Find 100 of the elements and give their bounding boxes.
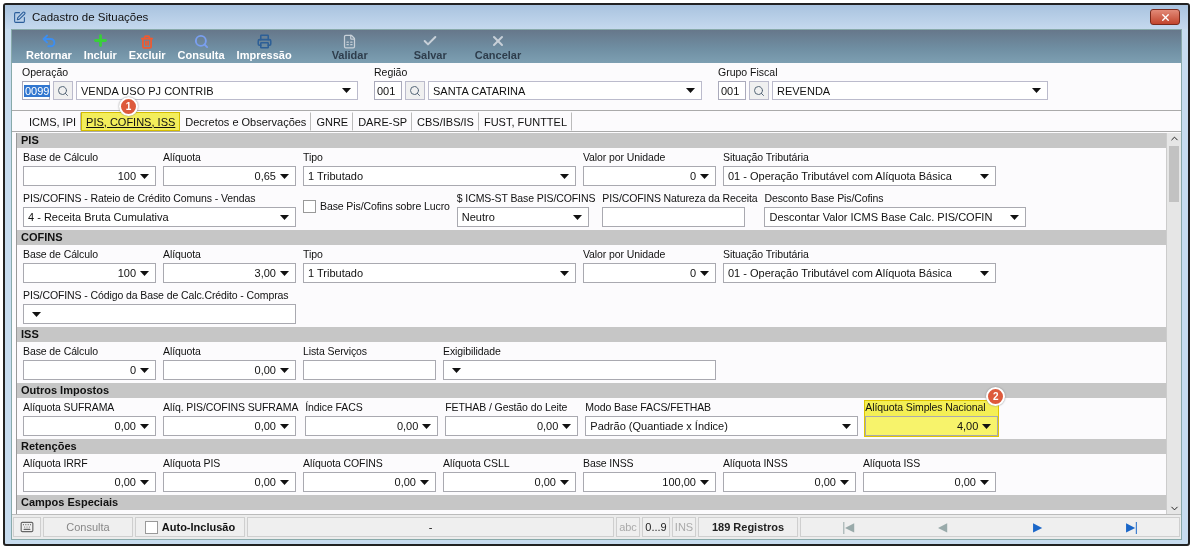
caret-icon[interactable] bbox=[279, 422, 290, 430]
field-label: Valor por Unidade bbox=[583, 248, 667, 261]
dropdown-field[interactable]: 01 - Operação Tributável com Alíquota Básica bbox=[723, 166, 996, 186]
field-label: Alíquota COFINS bbox=[303, 457, 384, 470]
caret-icon[interactable] bbox=[979, 172, 990, 180]
field-label: Tipo bbox=[303, 151, 324, 164]
caret-icon[interactable] bbox=[139, 269, 150, 277]
number-field[interactable]: 0 bbox=[23, 360, 156, 380]
search-button[interactable] bbox=[53, 81, 73, 100]
caret-icon[interactable] bbox=[279, 269, 290, 277]
caret-icon[interactable] bbox=[139, 478, 150, 486]
caret-icon[interactable] bbox=[279, 172, 290, 180]
search-button[interactable] bbox=[405, 81, 425, 100]
caret-icon[interactable] bbox=[421, 422, 433, 430]
code-field[interactable]: 001 bbox=[718, 81, 746, 100]
dropdown-field[interactable]: Padrão (Quantiade x Índice) bbox=[585, 416, 859, 436]
caret-icon[interactable] bbox=[139, 172, 150, 180]
caret-icon[interactable] bbox=[31, 310, 42, 318]
text-field[interactable] bbox=[602, 207, 746, 227]
checkbox[interactable] bbox=[144, 520, 158, 534]
window-icon bbox=[13, 10, 26, 24]
number-field[interactable]: 3,00 bbox=[163, 263, 296, 283]
number-field[interactable]: 0,00 bbox=[163, 360, 296, 380]
caret-icon[interactable] bbox=[279, 478, 290, 486]
caret-icon[interactable] bbox=[1031, 87, 1042, 94]
caret-icon[interactable] bbox=[839, 478, 850, 486]
dropdown-field[interactable]: 1 Tributado bbox=[303, 166, 576, 186]
scroll-thumb[interactable] bbox=[1169, 146, 1179, 202]
field-label: PIS/COFINS - Rateio de Crédito Comuns - Vendas bbox=[23, 192, 257, 205]
dropdown-field[interactable]: VENDA USO PJ CONTRIB bbox=[76, 81, 358, 100]
search-button[interactable] bbox=[749, 81, 769, 100]
field-label: Situação Tributária bbox=[723, 248, 810, 261]
nav-button[interactable]: ▶ bbox=[990, 520, 1085, 534]
number-field[interactable]: 0,65 bbox=[163, 166, 296, 186]
caret-icon[interactable] bbox=[451, 366, 462, 374]
caret-icon[interactable] bbox=[699, 478, 710, 486]
number-field[interactable]: 0,00 bbox=[863, 472, 996, 492]
dropdown-field[interactable]: Descontar Valor ICMS Base Calc. PIS/COFIN bbox=[764, 207, 1027, 227]
number-field[interactable]: 100 bbox=[23, 263, 156, 283]
caret-icon[interactable] bbox=[559, 269, 570, 277]
field-label: Desconto Base Pis/Cofins bbox=[764, 192, 885, 205]
number-field[interactable]: 0,00 bbox=[305, 416, 439, 436]
close-icon bbox=[490, 33, 506, 49]
caret-icon[interactable] bbox=[1009, 213, 1021, 221]
caret-icon[interactable] bbox=[561, 422, 573, 430]
tab[interactable]: CBS/IBS/IS bbox=[412, 112, 479, 131]
caret-icon[interactable] bbox=[279, 213, 290, 221]
caret-icon[interactable] bbox=[341, 87, 352, 94]
dropdown-field[interactable]: REVENDA bbox=[772, 81, 1048, 100]
field-label: Grupo Fiscal bbox=[718, 66, 779, 78]
number-field[interactable]: 0,00 bbox=[163, 472, 296, 492]
number-field[interactable]: 0,00 bbox=[23, 472, 156, 492]
field-label: Exigibilidade bbox=[443, 345, 502, 358]
caret-icon[interactable] bbox=[139, 366, 150, 374]
number-field[interactable]: 0,00 bbox=[23, 416, 156, 436]
dropdown-field[interactable]: Neutro bbox=[456, 207, 589, 227]
scrollbar[interactable] bbox=[1166, 133, 1181, 514]
caret-icon[interactable] bbox=[559, 172, 570, 180]
number-field[interactable]: 0 bbox=[583, 166, 716, 186]
dropdown-field[interactable] bbox=[443, 360, 716, 380]
caret-icon[interactable] bbox=[699, 269, 710, 277]
field-label: Base de Cálculo bbox=[23, 248, 99, 261]
tab[interactable]: GNRE bbox=[311, 112, 354, 131]
close-button[interactable] bbox=[1150, 9, 1180, 25]
caret-icon[interactable] bbox=[981, 422, 993, 430]
text-field[interactable] bbox=[303, 360, 436, 380]
dropdown-field[interactable]: SANTA CATARINA bbox=[428, 81, 702, 100]
code-field[interactable]: 0099 bbox=[22, 81, 50, 100]
caret-icon[interactable] bbox=[571, 213, 583, 221]
caret-icon[interactable] bbox=[841, 422, 853, 430]
caret-icon[interactable] bbox=[559, 478, 570, 486]
caret-icon[interactable] bbox=[979, 478, 990, 486]
number-field[interactable]: 100,00 bbox=[583, 472, 716, 492]
field-label: Operação bbox=[22, 66, 70, 78]
number-field[interactable]: 0,00 bbox=[163, 416, 296, 436]
dropdown-field[interactable]: 01 - Operação Tributável com Alíquota Básica bbox=[723, 263, 996, 283]
number-field[interactable]: 100 bbox=[23, 166, 156, 186]
caret-icon[interactable] bbox=[979, 269, 990, 277]
number-field[interactable]: 0 bbox=[583, 263, 716, 283]
field-label: Situação Tributária bbox=[723, 151, 810, 164]
number-field[interactable]: 0,00 bbox=[303, 472, 436, 492]
number-field[interactable]: 4,00 bbox=[865, 416, 999, 436]
tab[interactable]: PIS, COFINS, ISS bbox=[81, 112, 181, 131]
tab[interactable]: Decretos e Observações bbox=[180, 112, 312, 131]
checkbox[interactable] bbox=[303, 200, 316, 213]
number-field[interactable]: 0,00 bbox=[443, 472, 576, 492]
code-field[interactable]: 001 bbox=[374, 81, 402, 100]
caret-icon[interactable] bbox=[685, 87, 696, 94]
caret-icon[interactable] bbox=[699, 172, 710, 180]
tab[interactable]: DARE-SP bbox=[353, 112, 413, 131]
caret-icon[interactable] bbox=[419, 478, 430, 486]
dropdown-field[interactable] bbox=[23, 304, 296, 324]
caret-icon[interactable] bbox=[139, 422, 150, 430]
caret-icon[interactable] bbox=[279, 366, 290, 374]
number-field[interactable]: 0,00 bbox=[723, 472, 856, 492]
nav-button[interactable]: ▶| bbox=[1084, 520, 1179, 534]
dropdown-field[interactable]: 1 Tributado bbox=[303, 263, 576, 283]
dropdown-field[interactable]: 4 - Receita Bruta Cumulativa bbox=[23, 207, 296, 227]
tab[interactable]: FUST, FUNTTEL bbox=[478, 112, 573, 131]
number-field[interactable]: 0,00 bbox=[445, 416, 579, 436]
